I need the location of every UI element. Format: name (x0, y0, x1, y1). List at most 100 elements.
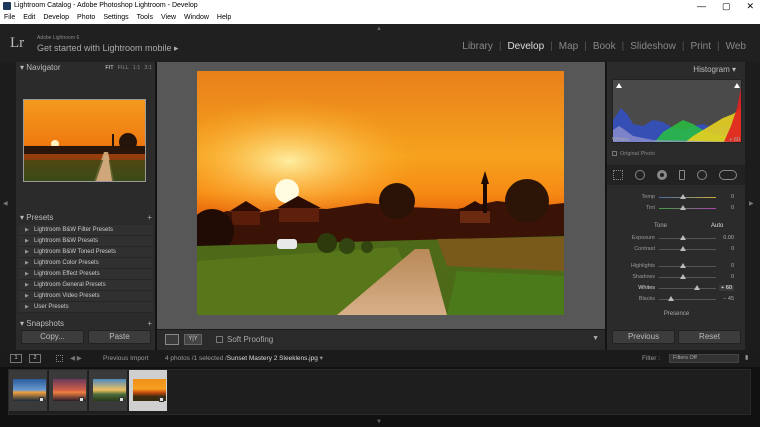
add-preset-icon[interactable]: + (147, 212, 152, 224)
module-book[interactable]: Book (587, 41, 622, 52)
blacks-value[interactable]: − 45 (723, 296, 734, 302)
reset-button[interactable]: Reset (678, 330, 741, 344)
menu-develop[interactable]: Develop (43, 12, 69, 24)
graduated-filter-icon[interactable] (679, 170, 685, 180)
temp-slider[interactable]: Temp 0 (607, 193, 746, 203)
highlights-value[interactable]: 0 (731, 263, 734, 269)
menu-file[interactable]: File (4, 12, 15, 24)
module-library[interactable]: Library (456, 41, 499, 52)
filmstrip-cell[interactable] (49, 370, 88, 411)
add-snapshot-icon[interactable]: + (147, 318, 152, 330)
contrast-slider[interactable]: Contrast 0 (607, 245, 746, 255)
preset-folder[interactable]: ▶ Lightroom B&W Toned Presets (19, 247, 153, 258)
preset-folder[interactable]: ▶ Lightroom B&W Presets (19, 236, 153, 247)
blacks-slider[interactable]: Blacks − 45 (607, 295, 746, 305)
zoom-fit[interactable]: FIT (105, 62, 113, 74)
toolbar-dropdown-icon[interactable]: ▼ (592, 335, 599, 342)
maximize-button[interactable]: ▢ (722, 0, 731, 12)
shadows-track[interactable] (659, 277, 716, 278)
menu-view[interactable]: View (161, 12, 176, 24)
menu-photo[interactable]: Photo (77, 12, 95, 24)
module-develop[interactable]: Develop (501, 41, 550, 52)
red-eye-icon[interactable] (657, 170, 667, 180)
whites-track[interactable] (659, 288, 716, 289)
filmstrip-cell[interactable] (9, 370, 48, 411)
blacks-knob[interactable] (668, 296, 674, 301)
whites-knob[interactable] (694, 285, 700, 290)
original-photo-checkbox[interactable] (612, 151, 617, 156)
contrast-value[interactable]: 0 (731, 246, 734, 252)
adjustment-brush-icon[interactable] (719, 170, 737, 180)
exposure-track[interactable] (659, 238, 716, 239)
crop-overlay-icon[interactable] (613, 170, 623, 180)
primary-window-button[interactable]: 1 (10, 354, 22, 363)
spot-removal-icon[interactable] (635, 170, 645, 180)
shadows-value[interactable]: 0 (731, 274, 734, 280)
loupe-view-icon[interactable] (165, 334, 179, 345)
left-panel-toggle[interactable]: ◀ (0, 62, 16, 350)
highlights-slider[interactable]: Highlights 0 (607, 262, 746, 272)
zoom-fill[interactable]: FILL (118, 62, 129, 74)
menu-settings[interactable]: Settings (103, 12, 128, 24)
presets-header[interactable]: ▾ Presets + (16, 212, 156, 224)
filmstrip-cell-selected[interactable] (129, 370, 168, 411)
temp-value[interactable]: 0 (731, 194, 734, 200)
selected-filename[interactable]: Sunset Mastery 2 Sleeklens.jpg (227, 355, 318, 362)
histogram[interactable] (612, 79, 742, 143)
main-photo[interactable] (197, 71, 564, 315)
mobile-tagline-link[interactable]: Get started with Lightroom mobile ▸ (37, 43, 179, 54)
lock-icon[interactable]: ▮ (745, 350, 748, 367)
contrast-knob[interactable] (680, 246, 686, 251)
grid-view-icon[interactable] (56, 355, 63, 362)
tint-value[interactable]: 0 (731, 205, 734, 211)
highlights-track[interactable] (659, 266, 716, 267)
preset-folder[interactable]: ▶ Lightroom B&W Filter Presets (19, 225, 153, 236)
close-button[interactable]: ✕ (746, 0, 754, 12)
module-web[interactable]: Web (720, 41, 752, 52)
back-forward-arrows-icon[interactable]: ◀ ▶ (70, 350, 82, 367)
preset-folder[interactable]: ▶ Lightroom Video Presets (19, 291, 153, 302)
secondary-window-button[interactable]: 2 (29, 354, 41, 363)
whites-slider[interactable]: Whites + 60 (607, 284, 746, 294)
shadows-knob[interactable] (680, 274, 686, 279)
menu-window[interactable]: Window (184, 12, 209, 24)
tint-track[interactable] (659, 208, 716, 209)
tint-knob[interactable] (680, 205, 686, 210)
menu-tools[interactable]: Tools (137, 12, 153, 24)
preset-folder[interactable]: ▶ User Presets (19, 302, 153, 313)
menu-edit[interactable]: Edit (23, 12, 35, 24)
contrast-track[interactable] (659, 249, 716, 250)
whites-value[interactable]: + 60 (719, 285, 734, 291)
exposure-value[interactable]: 0.00 (723, 235, 734, 241)
temp-track[interactable] (659, 197, 716, 198)
filename-dropdown-icon[interactable]: ▾ (320, 355, 323, 362)
preset-folder[interactable]: ▶ Lightroom Color Presets (19, 258, 153, 269)
paste-settings-button[interactable]: Paste (88, 330, 151, 344)
tint-slider[interactable]: Tint 0 (607, 204, 746, 214)
navigator-header[interactable]: ▾ Navigator FIT FILL 1:1 3:1 (16, 62, 156, 74)
navigator-preview[interactable] (23, 99, 146, 182)
exposure-slider[interactable]: Exposure 0.00 (607, 234, 746, 244)
histogram-header[interactable]: Histogram ▾ (607, 65, 746, 74)
filmstrip-source[interactable]: Previous Import (103, 350, 149, 367)
copy-settings-button[interactable]: Copy... (21, 330, 84, 344)
original-photo-toggle[interactable]: Original Photo (612, 151, 655, 157)
menu-help[interactable]: Help (217, 12, 231, 24)
module-map[interactable]: Map (553, 41, 584, 52)
snapshots-header[interactable]: ▾ Snapshots + (16, 318, 156, 330)
filter-dropdown[interactable]: Filters Off (669, 354, 739, 363)
radial-filter-icon[interactable] (697, 170, 707, 180)
zoom-3-1[interactable]: 3:1 (144, 62, 152, 74)
minimize-button[interactable]: — (697, 0, 706, 12)
collapse-top-icon[interactable]: ▲ (376, 26, 382, 32)
filmstrip-cell[interactable] (89, 370, 128, 411)
module-print[interactable]: Print (684, 41, 717, 52)
collapse-bottom-icon[interactable]: ▼ (376, 419, 382, 425)
previous-settings-button[interactable]: Previous (612, 330, 675, 344)
before-after-button[interactable]: Y|Y (184, 334, 202, 345)
preset-folder[interactable]: ▶ Lightroom General Presets (19, 280, 153, 291)
zoom-1-1[interactable]: 1:1 (133, 62, 141, 74)
preset-folder[interactable]: ▶ Lightroom Effect Presets (19, 269, 153, 280)
highlights-knob[interactable] (680, 263, 686, 268)
temp-knob[interactable] (680, 194, 686, 199)
